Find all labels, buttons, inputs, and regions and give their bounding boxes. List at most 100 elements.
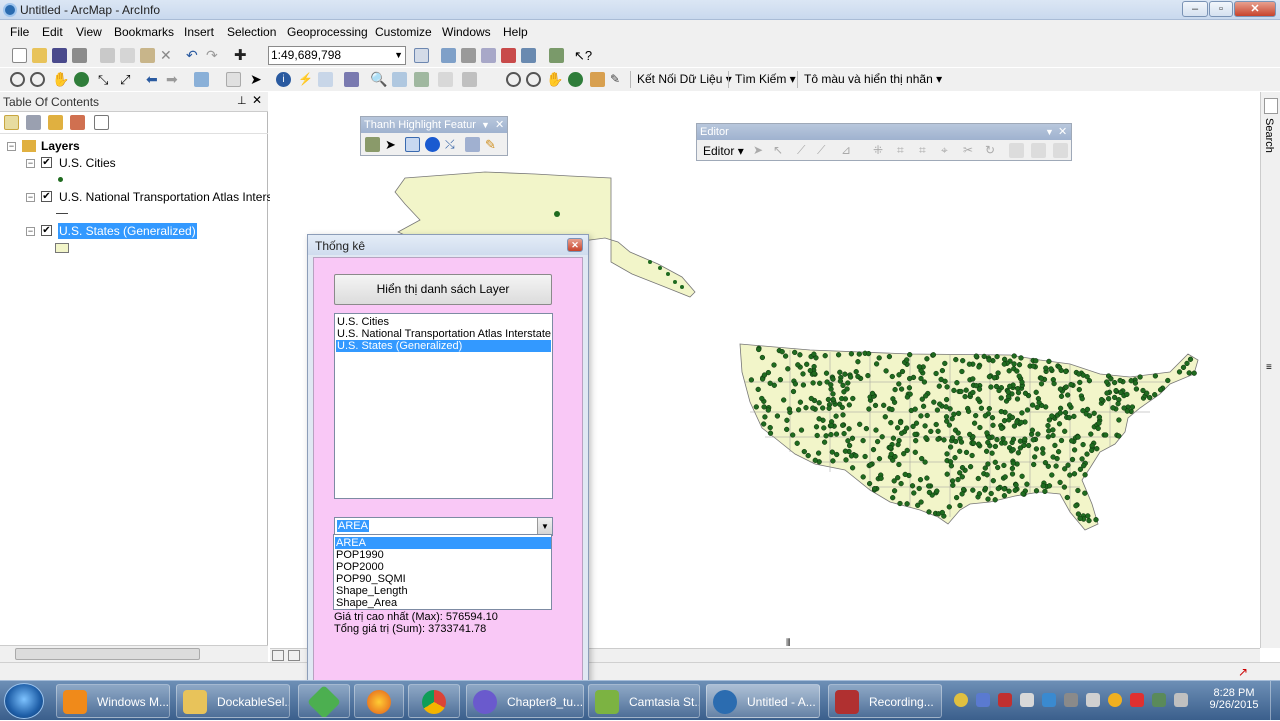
close-icon[interactable]: ✕: [1058, 124, 1067, 140]
select-elements-icon[interactable]: ➤: [250, 72, 265, 87]
undo-icon[interactable]: ↶: [186, 48, 201, 63]
taskbar-item-active[interactable]: Untitled - A...: [706, 684, 820, 718]
toc-root-label[interactable]: Layers: [41, 139, 80, 153]
globe-tool-icon[interactable]: [425, 137, 440, 152]
list-by-source-icon[interactable]: [26, 115, 41, 130]
open-folder-icon[interactable]: [32, 48, 47, 63]
toc-layer-cities[interactable]: U.S. Cities: [59, 156, 116, 170]
menu-help[interactable]: Help: [503, 25, 528, 39]
new-document-icon[interactable]: [12, 48, 27, 63]
select-features-icon[interactable]: [194, 72, 209, 87]
paste-icon[interactable]: [140, 48, 155, 63]
layer-visibility-checkbox[interactable]: ✔: [41, 191, 52, 202]
toc-window-icon[interactable]: [441, 48, 456, 63]
endpoint-arc-icon[interactable]: ⟋: [817, 143, 832, 158]
start-button[interactable]: [4, 683, 44, 719]
dropdown-icon[interactable]: ▼: [481, 117, 490, 133]
attributes-icon[interactable]: [1009, 143, 1024, 158]
layer-visibility-checkbox[interactable]: ✔: [41, 157, 52, 168]
list-item[interactable]: U.S. Cities: [337, 316, 389, 328]
taskbar-item[interactable]: Chapter8_tu...: [466, 684, 584, 718]
list-by-selection-icon[interactable]: [70, 115, 85, 130]
arctoolbox-icon[interactable]: [501, 48, 516, 63]
menu-geoprocessing[interactable]: Geoprocessing: [287, 25, 368, 39]
toc-layer-interstate[interactable]: U.S. National Transportation Atlas Inter…: [59, 190, 282, 204]
options-icon[interactable]: [94, 115, 109, 130]
search-menu[interactable]: Tìm Kiếm ▾: [735, 72, 796, 86]
python-window-icon[interactable]: [521, 48, 536, 63]
taskbar-item[interactable]: [408, 684, 460, 718]
print-icon[interactable]: [72, 48, 87, 63]
zoom-in-icon[interactable]: [10, 72, 25, 87]
clock[interactable]: 8:28 PM 9/26/2015: [1202, 687, 1266, 711]
zoom-out-icon[interactable]: [30, 72, 45, 87]
full-extent-icon[interactable]: [74, 72, 89, 87]
show-desktop-button[interactable]: [1270, 681, 1280, 721]
taskbar-item[interactable]: Windows M...: [56, 684, 170, 718]
custom-pan-icon[interactable]: ✋: [546, 72, 563, 87]
query-tool-icon[interactable]: [465, 137, 480, 152]
straight-segment-icon[interactable]: ⟋: [797, 143, 812, 158]
toc-layer-states[interactable]: U.S. States (Generalized): [58, 223, 197, 239]
tray-antivirus-icon[interactable]: [998, 693, 1012, 707]
clear-selection-icon[interactable]: [226, 72, 241, 87]
custom-full-extent-icon[interactable]: [568, 72, 583, 87]
tray-vietkey-icon[interactable]: [1130, 693, 1144, 707]
pin-icon[interactable]: ⊥: [237, 94, 247, 107]
close-icon[interactable]: ✕: [252, 93, 262, 107]
dropdown-option[interactable]: POP90_SQMI: [336, 573, 406, 585]
dialog-close-button[interactable]: ✕: [567, 238, 583, 252]
tray-bluetooth-icon[interactable]: [1064, 693, 1078, 707]
menu-windows[interactable]: Windows: [442, 25, 491, 39]
tray-update-icon[interactable]: [1108, 693, 1122, 707]
tray-keyboard-icon[interactable]: [1020, 693, 1034, 707]
time-slider-icon[interactable]: [438, 72, 453, 87]
menu-customize[interactable]: Customize: [375, 25, 432, 39]
menu-view[interactable]: View: [76, 25, 102, 39]
close-button[interactable]: ✕: [1234, 1, 1276, 17]
whats-this-icon[interactable]: ↖?: [574, 48, 592, 63]
minimize-button[interactable]: –: [1182, 1, 1208, 17]
list-by-visibility-icon[interactable]: [48, 115, 63, 130]
close-icon[interactable]: ✕: [495, 117, 504, 133]
reshape-icon[interactable]: ⌗: [919, 143, 934, 158]
tray-chrome-icon[interactable]: [954, 693, 968, 707]
custom-edit-icon[interactable]: ✎: [610, 72, 625, 87]
find-route-icon[interactable]: [392, 72, 407, 87]
highlight-tool-icon[interactable]: [365, 137, 380, 152]
maximize-button[interactable]: ▫: [1209, 1, 1233, 17]
taskbar-item[interactable]: Recording...: [828, 684, 942, 718]
dropdown-option[interactable]: POP1990: [336, 549, 384, 561]
toc-horizontal-scrollbar[interactable]: [0, 645, 268, 662]
collapse-layer-icon[interactable]: −: [26, 227, 35, 236]
menu-insert[interactable]: Insert: [184, 25, 214, 39]
tray-network-icon[interactable]: [976, 693, 990, 707]
add-data-icon[interactable]: ✚: [234, 48, 249, 63]
edit-annotation-icon[interactable]: ↖: [773, 143, 788, 158]
tray-volume-icon[interactable]: [1086, 693, 1100, 707]
editor-menu[interactable]: Editor ▾: [703, 144, 744, 158]
editor-toolbar-icon[interactable]: [414, 48, 429, 63]
custom-zoom-out-icon[interactable]: [526, 72, 541, 87]
taskbar-item[interactable]: [298, 684, 350, 718]
create-viewer-icon[interactable]: [462, 72, 477, 87]
edit-tool-icon[interactable]: ➤: [753, 143, 768, 158]
menu-bookmarks[interactable]: Bookmarks: [114, 25, 174, 39]
tray-help-icon[interactable]: [1042, 693, 1056, 707]
chevron-down-icon[interactable]: ▼: [394, 47, 403, 64]
delete-icon[interactable]: ✕: [160, 48, 175, 63]
dropdown-icon[interactable]: ▼: [1045, 124, 1054, 140]
dropdown-option-selected[interactable]: AREA: [335, 537, 551, 549]
layout-view-icon[interactable]: [272, 650, 284, 661]
layer-visibility-checkbox[interactable]: ✔: [41, 225, 52, 236]
custom-tool-icon[interactable]: [590, 72, 605, 87]
point-icon[interactable]: ⁜: [873, 143, 888, 158]
trace-icon[interactable]: ⊿: [841, 143, 856, 158]
search-sidebar-label[interactable]: Search: [1263, 118, 1275, 153]
forward-extent-icon[interactable]: ➡: [166, 72, 181, 87]
sketch-properties-icon[interactable]: [1031, 143, 1046, 158]
taskbar-item[interactable]: Camtasia St...: [588, 684, 700, 718]
search-window-tab-icon[interactable]: [1264, 98, 1278, 114]
scrollbar-thumb[interactable]: [15, 648, 200, 660]
layer-listbox[interactable]: U.S. Cities U.S. National Transportation…: [334, 313, 553, 499]
